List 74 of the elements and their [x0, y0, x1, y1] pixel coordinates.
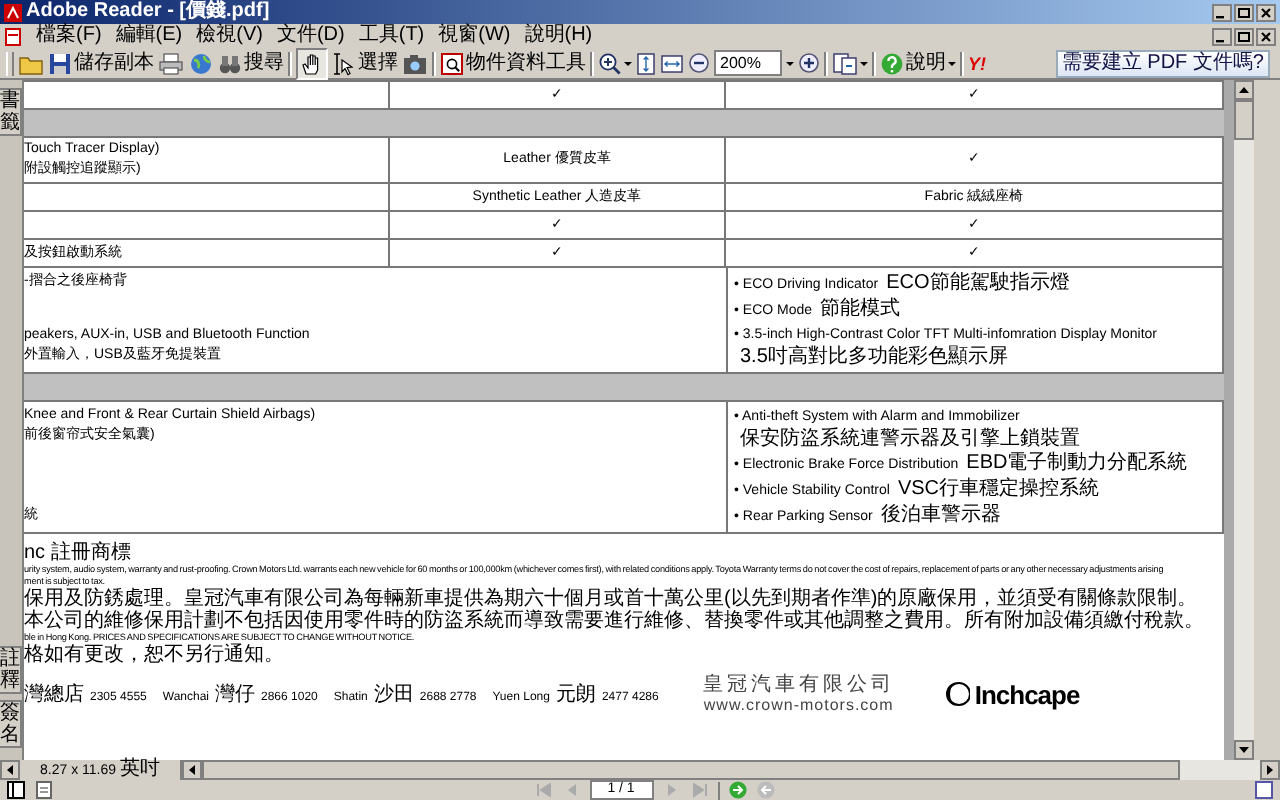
help-icon — [880, 51, 904, 75]
fit-page-icon[interactable] — [636, 51, 656, 75]
menu-item[interactable]: 工具(T) — [358, 24, 425, 48]
feature-text: 節能模式 — [820, 298, 901, 320]
hand-icon — [300, 51, 324, 75]
pdf-ad-link[interactable]: 需要建立 PDF 文件嗎? — [1055, 49, 1270, 77]
company-name: 皇冠汽車有限公司 — [702, 674, 895, 696]
footnote-text: 格如有更改，恕不另行通知。 — [24, 644, 286, 666]
side-tab[interactable]: 書籤 — [0, 88, 22, 136]
caret-icon[interactable] — [948, 61, 956, 65]
menu-item[interactable]: 編輯(E) — [115, 24, 183, 48]
scroll-right-icon[interactable] — [1260, 760, 1280, 780]
side-tab[interactable]: 註釋 — [0, 646, 22, 694]
page-icon[interactable] — [34, 780, 54, 800]
printer-icon[interactable] — [158, 51, 184, 75]
zoom-in-icon[interactable] — [798, 52, 820, 74]
footnote-text: 保用及防銹處理。皇冠汽車有限公司為每輛新車提供為期六十個月或首十萬公里(以先到期者作準)的原廠保用，並須受有關條款限制。本公司的維修保用計劃不包括因使用零件時的防盜系統而導致需要進行維修、替換零件或其他調整之費用。所有附加設備須繳付稅款。 — [24, 588, 1206, 632]
help-button[interactable]: 說明 — [880, 49, 956, 77]
close-icon[interactable] — [1256, 3, 1276, 21]
feature-text: 保安防盜系統連警示器及引擎上鎖裝置 — [738, 428, 1080, 450]
branch-name: 元朗 — [555, 681, 596, 708]
footnote-text: nc 註冊商標 — [24, 542, 133, 564]
feature-text: ECO節能駕駛指示燈 — [886, 272, 1070, 294]
scroll-down-icon[interactable] — [1234, 740, 1254, 760]
scroll-left-icon[interactable] — [0, 760, 20, 780]
save-copy-button[interactable]: 儲存副本 — [48, 49, 154, 77]
maximize-icon[interactable] — [1234, 3, 1254, 21]
menu-item[interactable]: 視窗(W) — [438, 24, 511, 48]
magnifier-frame-icon — [440, 51, 464, 75]
camera-icon[interactable] — [402, 51, 428, 75]
menu-item[interactable]: 文件(D) — [276, 24, 345, 48]
crescent-logo-icon — [946, 680, 971, 708]
scroll-thumb[interactable] — [1234, 100, 1254, 140]
page-layout-icon[interactable] — [6, 780, 26, 800]
feature-text: 後泊車警示器 — [880, 504, 1001, 526]
search-button[interactable]: 搜尋 — [218, 49, 284, 77]
pages-icon[interactable] — [832, 51, 858, 75]
hand-tool-button[interactable] — [296, 47, 328, 79]
scroll-up-icon[interactable] — [1234, 80, 1254, 100]
panel-icon[interactable] — [1254, 780, 1274, 800]
globe-icon[interactable] — [188, 51, 214, 75]
scroll-left-icon[interactable] — [182, 760, 202, 780]
menu-item[interactable]: 檔案(F) — [36, 24, 102, 48]
zoom-in-icon[interactable] — [598, 51, 622, 75]
side-tab[interactable]: 簽名 — [0, 700, 22, 748]
zoom-out-icon[interactable] — [688, 52, 710, 74]
menu-item[interactable]: 說明(H) — [524, 24, 593, 48]
zoom-field[interactable]: 200% — [714, 50, 782, 76]
menu-item[interactable]: 檢視(V) — [196, 24, 263, 48]
pdf-app-icon — [4, 3, 22, 21]
company-url: www.crown-motors.com — [703, 696, 894, 714]
close-icon[interactable] — [1256, 27, 1276, 45]
page-size-unit: 英吋 — [120, 760, 161, 780]
feature-text: 3.5吋高對比多功能彩色顯示屏 — [738, 346, 1008, 368]
go-forward-icon[interactable] — [727, 780, 747, 800]
text-cursor-icon — [332, 51, 356, 75]
fit-width-icon[interactable] — [660, 51, 684, 75]
branch-name: 灣仔 — [215, 681, 255, 708]
caret-icon[interactable] — [624, 61, 632, 65]
company-logo-text: Inchcape — [974, 679, 1080, 709]
feature-text: EBD電子制動力分配系統 — [966, 452, 1188, 474]
restore-icon[interactable] — [1234, 27, 1254, 45]
caret-icon[interactable] — [860, 61, 868, 65]
object-data-tool-button[interactable]: 物件資料工具 — [440, 49, 586, 77]
select-tool-button[interactable]: 選擇 — [332, 49, 398, 77]
caret-icon[interactable] — [786, 61, 794, 65]
window-title: Adobe Reader - [價錢.pdf] — [26, 0, 270, 23]
minimize-icon[interactable] — [1212, 27, 1232, 45]
scroll-thumb[interactable] — [202, 760, 1180, 780]
minimize-icon[interactable] — [1212, 3, 1232, 21]
document-icon — [4, 27, 22, 45]
feature-text: VSC行車穩定操控系統 — [897, 478, 1099, 500]
branch-name: 灣總店 — [24, 681, 84, 708]
branch-name: 沙田 — [373, 681, 414, 708]
